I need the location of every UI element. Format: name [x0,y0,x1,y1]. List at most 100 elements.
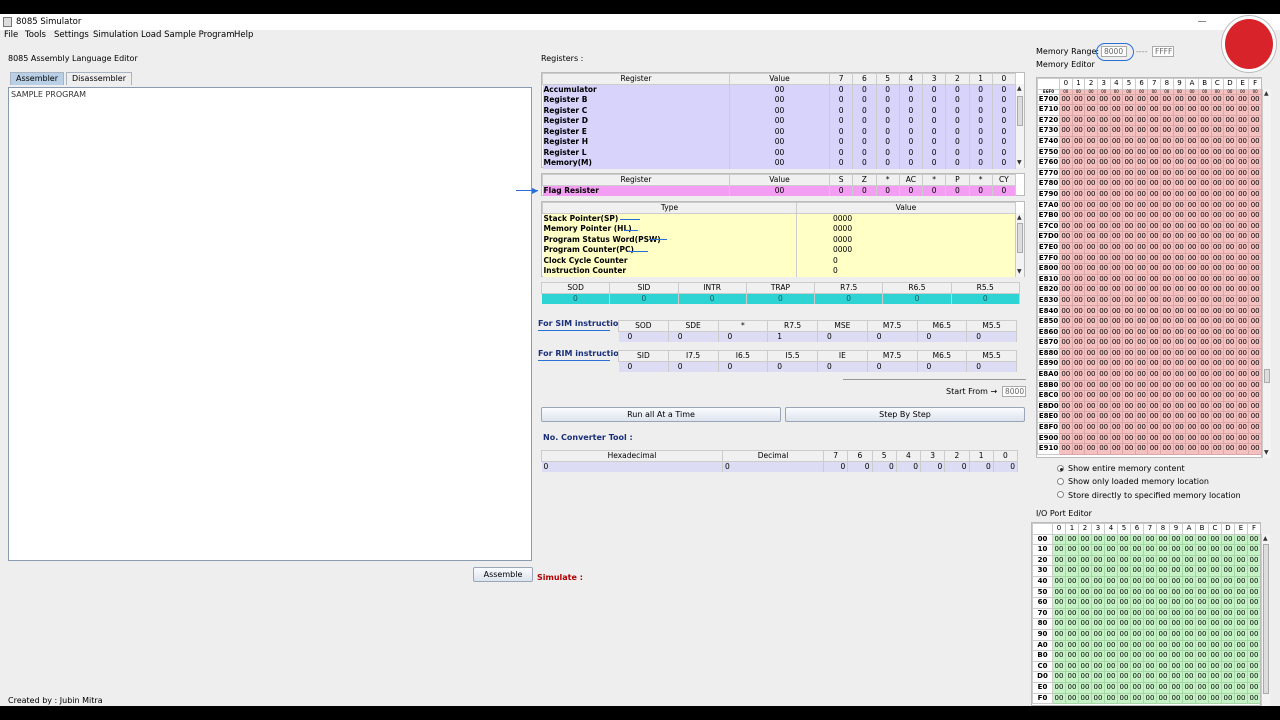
menu-simulation[interactable]: Simulation [93,30,138,40]
memory-row-cell[interactable]: 00 [1160,220,1174,233]
io-row-cell[interactable]: 00 [1104,565,1118,577]
io-row-cell[interactable]: 00 [1195,639,1209,652]
memory-row-cell[interactable]: 00 [1160,114,1174,127]
memory-row-cell[interactable]: 00 [1071,231,1086,243]
memory-row-cell[interactable]: 00 [1160,294,1174,307]
memory-row-cell[interactable]: 00 [1172,400,1187,413]
memory-row-cell[interactable]: 00 [1096,241,1111,254]
memory-row-cell[interactable]: 00 [1185,252,1199,265]
io-row-cell[interactable]: 00 [1182,554,1196,567]
memory-row-cell[interactable]: 00 [1084,220,1098,233]
io-row-cell[interactable]: 00 [1156,597,1170,609]
memory-row-cell[interactable]: 00 [1147,305,1161,318]
memory-row-cell[interactable]: 00 [1160,210,1174,222]
memory-row-cell[interactable]: 00 [1223,157,1237,169]
memory-row-cell[interactable]: 00 [1096,93,1111,106]
memory-row-cell[interactable]: 00 [1172,199,1187,212]
io-row-cell[interactable]: 00 [1078,586,1092,599]
memory-row-cell[interactable]: 00 [1248,220,1261,233]
memory-row-cell[interactable]: 00 [1096,390,1111,402]
io-row-cell[interactable]: 00 [1104,607,1118,620]
memory-row-cell[interactable]: 00 [1248,316,1261,328]
io-row-cell[interactable]: 00 [1247,586,1260,599]
memory-row-cell[interactable]: 00 [1071,422,1086,434]
memory-row-cell[interactable]: 00 [1084,157,1098,169]
io-row-cell[interactable]: 00 [1221,533,1235,546]
memory-row-cell[interactable]: 00 [1172,390,1187,402]
memory-row-cell[interactable]: 00 [1096,347,1111,360]
memory-row-cell[interactable]: 00 [1147,422,1161,434]
io-row-cell[interactable]: 00 [1221,575,1235,588]
memory-row-cell[interactable]: 00 [1185,263,1199,275]
memory-row-cell[interactable]: 00 [1235,358,1250,371]
sim-value[interactable]: 0 [867,331,918,342]
io-row-cell[interactable]: 00 [1052,554,1066,567]
type-row[interactable]: Clock Cycle Counter 0 [542,255,1016,266]
io-row-cell[interactable]: 00 [1117,681,1131,694]
io-row-cell[interactable]: 00 [1052,544,1066,556]
memory-row-cell[interactable]: 00 [1223,369,1237,381]
memory-row-cell[interactable]: 00 [1210,231,1225,243]
io-row-cell[interactable]: 00 [1234,607,1248,620]
memory-row-cell[interactable]: 00 [1147,411,1161,423]
type-value[interactable]: 0 [796,255,1016,266]
memory-row-cell[interactable]: 00 [1084,146,1098,159]
memory-row-cell[interactable]: 00 [1059,178,1073,190]
memory-row-cell[interactable]: 00 [1122,347,1136,360]
memory-row-cell[interactable]: 00 [1197,369,1212,381]
memory-row-cell[interactable]: 00 [1096,135,1111,148]
memory-row-cell[interactable]: 00 [1248,379,1261,392]
memory-row-cell[interactable]: 00 [1096,422,1111,434]
memory-row-cell[interactable]: 00 [1147,252,1161,265]
memory-row-cell[interactable]: 00 [1197,305,1212,318]
memory-row-cell[interactable]: 00 [1160,157,1174,169]
io-row-cell[interactable]: 00 [1221,618,1235,630]
io-row-cell[interactable]: 00 [1078,639,1092,652]
converter-value[interactable]: 0 [722,461,824,472]
io-row-cell[interactable]: 00 [1169,628,1183,641]
memory-row-cell[interactable]: 00 [1084,305,1098,318]
io-row-cell[interactable]: 00 [1156,671,1170,683]
io-row-cell[interactable]: 00 [1065,639,1079,652]
memory-row-cell[interactable]: 00 [1096,294,1111,307]
io-row-cell[interactable]: 00 [1078,607,1092,620]
memory-row-cell[interactable]: 00 [1071,294,1086,307]
interrupt-value[interactable]: 0 [541,293,611,304]
memory-row-cell[interactable]: 00 [1134,157,1149,169]
io-row-cell[interactable]: 00 [1143,660,1157,673]
io-row-cell[interactable]: 00 [1117,628,1131,641]
io-row-cell[interactable]: 00 [1208,586,1222,599]
io-row-cell[interactable]: 00 [1065,607,1079,620]
memory-row-cell[interactable]: 00 [1248,400,1261,413]
converter-value[interactable]: 0 [872,461,897,472]
memory-row-cell[interactable]: 00 [1059,390,1073,402]
memory-row-cell[interactable]: 00 [1096,210,1111,222]
memory-row-cell[interactable]: 00 [1059,93,1073,106]
memory-row-cell[interactable]: 00 [1223,316,1237,328]
rim-value[interactable]: 0 [867,361,918,372]
memory-row-cell[interactable]: 00 [1172,93,1187,106]
memory-row-cell[interactable]: 00 [1235,379,1250,392]
rim-value[interactable]: 0 [767,361,818,372]
memory-row-cell[interactable]: 00 [1096,411,1111,423]
flag-bit[interactable]: 0 [945,185,970,196]
memory-row-cell[interactable]: 00 [1185,231,1199,243]
io-row-cell[interactable]: 00 [1117,586,1131,599]
memory-row-cell[interactable]: 00 [1109,231,1124,243]
memory-row-cell[interactable]: 00 [1197,188,1212,201]
memory-row-cell[interactable]: 00 [1122,400,1136,413]
memory-row-cell[interactable]: 00 [1185,178,1199,190]
sim-values[interactable]: 00010000 [618,331,1017,342]
memory-row-cell[interactable]: 00 [1147,390,1161,402]
io-row-cell[interactable]: 00 [1130,565,1144,577]
memory-row-cell[interactable]: 00 [1147,326,1161,339]
memory-row-cell[interactable]: 00 [1059,104,1073,116]
memory-row-cell[interactable]: 00 [1147,220,1161,233]
memory-row-cell[interactable]: 00 [1134,220,1149,233]
memory-row-cell[interactable]: 00 [1147,273,1161,286]
memory-row-cell[interactable]: 00 [1084,93,1098,106]
memory-row-cell[interactable]: 00 [1235,316,1250,328]
io-row-cell[interactable]: 00 [1169,586,1183,599]
interrupt-value[interactable]: 0 [609,293,679,304]
memory-row-cell[interactable]: 00 [1122,157,1136,169]
